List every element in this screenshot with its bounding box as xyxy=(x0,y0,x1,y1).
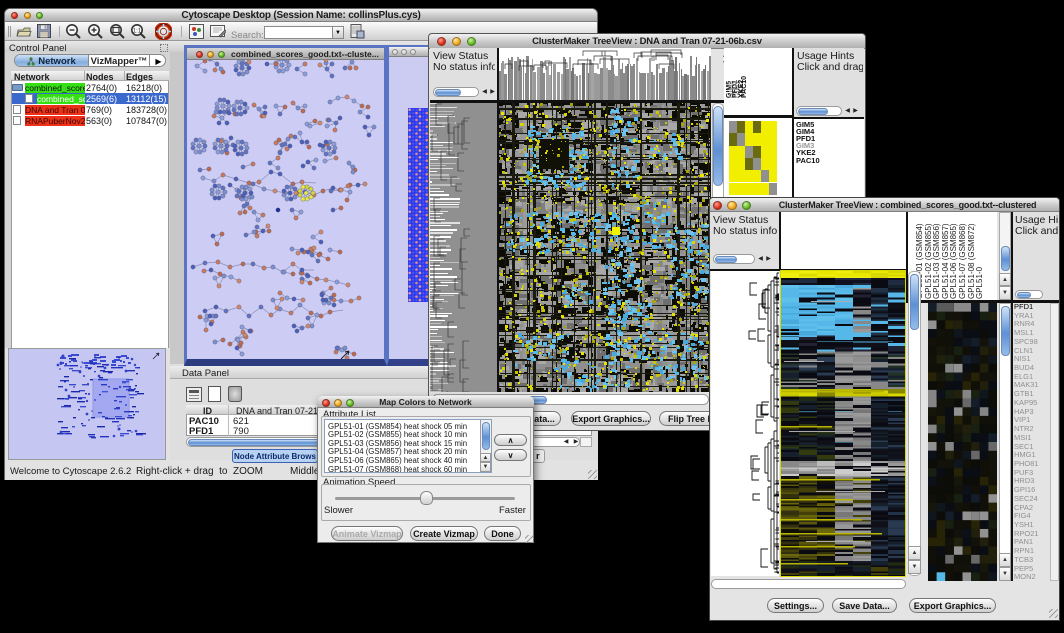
svg-text:1:1: 1:1 xyxy=(133,29,142,35)
